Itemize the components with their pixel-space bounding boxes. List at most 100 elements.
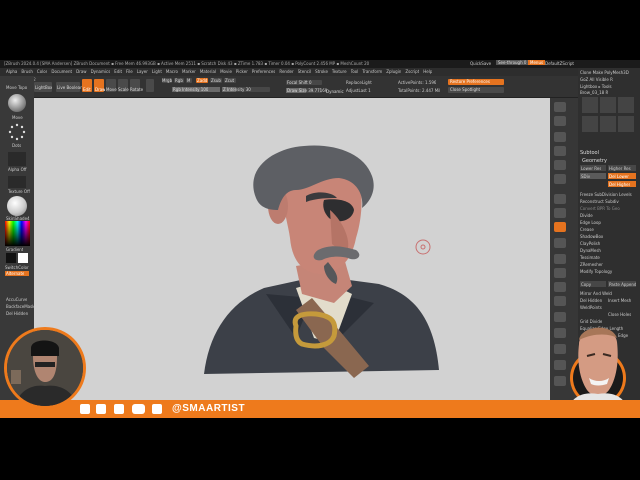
youtube-icon[interactable] [132,404,145,414]
menu-item-light[interactable]: Light [152,69,162,74]
geometry-item-modify-topology[interactable]: Modify Topology [580,269,638,276]
reconstruct-subdiv-button[interactable]: Reconstruct Subdiv [580,199,619,204]
tool-thumbnail-4[interactable] [582,116,598,132]
aahalf-icon[interactable] [554,174,566,184]
mirror-weld-button[interactable]: Mirror And Weld [580,291,612,296]
geometry-item-zremesher[interactable]: ZRemesher [580,262,638,269]
geometry-header[interactable]: Geometry [582,158,607,164]
menu-item-movie[interactable]: Movie [220,69,232,74]
geometry-item-edge-loop[interactable]: Edge Loop [580,220,638,227]
tool-thumbnail-3[interactable] [618,97,634,113]
z-intensity-slider[interactable]: Z Intensity 30 [222,87,270,92]
restore-preferences-button[interactable]: Restore Preferences [448,79,504,85]
live-boolean-button[interactable]: Live Boolean [56,82,83,92]
switch-color-button[interactable]: SwitchColor [5,265,29,270]
rgb-intensity-slider[interactable]: Rgb Intensity 100 [172,87,220,92]
draw-button[interactable]: Draw [94,79,105,92]
tool-thumbnail-5[interactable] [600,116,616,132]
menu-item-zscript[interactable]: Zscript [405,69,419,74]
edit-button[interactable]: Edit [82,79,92,92]
frame-icon[interactable] [554,254,566,264]
bpr-icon[interactable] [554,102,566,112]
quicksave-button[interactable]: QuickSave [470,61,491,66]
rotate-view-icon[interactable] [554,296,566,306]
vimeo-icon[interactable] [80,404,90,414]
zcut-button[interactable]: Zcut [224,78,236,83]
menu-item-help[interactable]: Help [423,69,432,74]
menu-item-marker[interactable]: Marker [182,69,196,74]
twitch-icon[interactable] [114,404,124,414]
geometry-item-crease[interactable]: Crease [580,227,638,234]
move-view-icon[interactable] [554,268,566,278]
menu-item-color[interactable]: Color [37,69,47,74]
close-holes-button[interactable]: Close Holes [608,312,631,317]
tool-thumbnail-1[interactable] [582,97,598,113]
actual-icon[interactable] [554,160,566,170]
material-thumbnail[interactable] [7,196,27,216]
convert-bpr-button[interactable]: Convert BPR To Geo [580,206,620,211]
geometry-item-tessimate[interactable]: Tessimate [580,255,638,262]
draw-size-slider[interactable]: Draw Size 39.77169 [286,88,327,93]
menu-item-zplugin[interactable]: Zplugin [386,69,401,74]
secondary-color-swatch[interactable] [18,253,28,263]
dynamic-toggle[interactable]: Dynamic [326,89,344,94]
zoom-icon[interactable] [554,146,566,156]
menus-button[interactable]: Menus [528,60,546,65]
menu-item-dynamics[interactable]: Dynamics [91,69,111,74]
menu-item-render[interactable]: Render [279,69,293,74]
menu-item-alpha[interactable]: Alpha [6,69,17,74]
menu-item-tool[interactable]: Tool [351,69,359,74]
del-higher-button[interactable]: Del Higher [608,181,636,187]
scroll-icon[interactable] [554,132,566,142]
spix-icon[interactable] [554,116,566,126]
menu-item-picker[interactable]: Picker [236,69,248,74]
weld-points-button[interactable]: WeldPoints [580,305,602,310]
focal-shift-slider[interactable]: Focal Shift 0 [286,80,322,85]
menu-item-transform[interactable]: Transform [362,69,382,74]
viewport-canvas[interactable] [34,98,550,400]
geometry-item-shadowbox[interactable]: ShadowBox [580,234,638,241]
zsub-button[interactable]: Zsub [210,78,222,83]
xyz-icon[interactable] [554,238,566,248]
brush-thumbnail[interactable] [8,94,26,112]
menu-item-macro[interactable]: Macro [166,69,178,74]
local-icon[interactable] [554,222,566,232]
menu-item-preferences[interactable]: Preferences [252,69,276,74]
alternate-button[interactable]: Alternate [5,271,29,276]
higher-res-button[interactable]: Higher Res [608,165,636,171]
menu-item-layer[interactable]: Layer [137,69,148,74]
lower-res-button[interactable]: Lower Res [580,165,606,171]
menu-item-material[interactable]: Material [200,69,216,74]
del-lower-button[interactable]: Del Lower [608,173,636,179]
backface-mask-button[interactable]: BackfaceMask [6,304,35,309]
artstation-icon[interactable] [152,404,162,414]
menu-item-edit[interactable]: Edit [114,69,122,74]
texture-thumbnail[interactable] [8,176,26,188]
zadd-button[interactable]: Zadd [196,78,208,83]
subtool-header[interactable]: Subtool [580,150,599,156]
rotate-button[interactable]: Rotate [130,79,143,92]
menu-item-stroke[interactable]: Stroke [315,69,328,74]
accucurve-button[interactable]: AccuCurve [6,297,27,302]
geometry-item-claypolish[interactable]: ClayPolish [580,241,638,248]
tool-thumbnail-6[interactable] [618,116,634,132]
del-hidden-left-button[interactable]: Del Hidden [6,311,28,316]
primary-color-swatch[interactable] [6,253,16,263]
close-spotlight-button[interactable]: Close Spotlight [448,87,504,93]
sculpt-icon[interactable] [146,79,154,92]
menu-item-brush[interactable]: Brush [21,69,33,74]
tool-thumbnail-2[interactable] [600,97,616,113]
floor-icon[interactable] [554,208,566,218]
rgb-button[interactable]: Rgb [174,78,184,83]
replace-light-button[interactable]: ReplaceLight [346,80,372,85]
move-button[interactable]: Move [106,79,117,92]
geometry-item-divide[interactable]: Divide [580,213,638,220]
del-hidden-button[interactable]: Del Hidden [580,298,602,303]
sdiv-slider[interactable]: SDiv [580,173,606,179]
menu-item-draw[interactable]: Draw [76,69,86,74]
menu-item-texture[interactable]: Texture [332,69,347,74]
alpha-thumbnail[interactable] [8,152,26,166]
menu-item-file[interactable]: File [126,69,133,74]
mrgb-button[interactable]: Mrgb [162,78,172,83]
color-picker[interactable] [5,221,30,246]
